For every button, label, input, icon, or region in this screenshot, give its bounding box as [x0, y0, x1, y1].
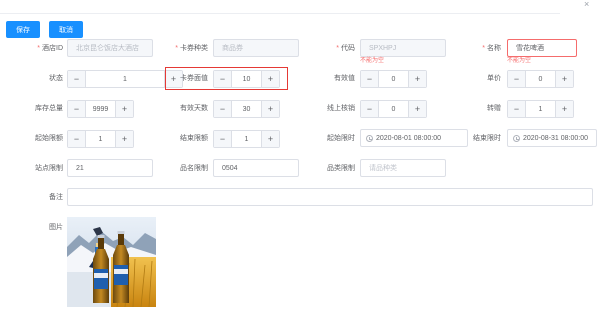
- valid-days-value[interactable]: 30: [232, 101, 261, 117]
- clock-icon: [513, 134, 520, 142]
- start-time-picker[interactable]: 2020-08-01 08:00:00: [360, 129, 468, 147]
- validity-value[interactable]: 0: [379, 71, 408, 87]
- status-value[interactable]: 1: [86, 71, 164, 87]
- image-label: 图片: [49, 224, 63, 231]
- coupon-type-label: 卡券种类: [175, 44, 208, 53]
- product-image[interactable]: [67, 217, 156, 307]
- plus-icon[interactable]: +: [555, 71, 573, 87]
- start-limit-value[interactable]: 1: [86, 131, 115, 147]
- end-time-picker[interactable]: 2020-08-31 08:00:00: [507, 129, 597, 147]
- end-limit-stepper[interactable]: − 1 +: [213, 130, 280, 148]
- status-label: 状态: [49, 75, 63, 82]
- stock-total-label: 库存总量: [35, 105, 63, 112]
- name-field[interactable]: 雪花啤酒: [507, 39, 577, 57]
- start-limit-stepper[interactable]: − 1 +: [67, 130, 134, 148]
- online-verify-stepper[interactable]: − 0 +: [360, 100, 427, 118]
- cancel-button[interactable]: 取消: [49, 21, 83, 38]
- plus-icon[interactable]: +: [115, 101, 133, 117]
- product-name-limit-label: 品名限制: [180, 165, 208, 172]
- stock-total-stepper[interactable]: − 9999 +: [67, 100, 134, 118]
- minus-icon[interactable]: −: [508, 71, 526, 87]
- start-time-label: 起始限时: [327, 135, 355, 142]
- start-time-value: 2020-08-01 08:00:00: [376, 134, 441, 142]
- code-error: 不能为空: [360, 58, 385, 64]
- plus-icon[interactable]: +: [408, 71, 426, 87]
- minus-icon[interactable]: −: [361, 71, 379, 87]
- plus-icon[interactable]: +: [555, 101, 573, 117]
- site-limit-label: 站点限制: [35, 165, 63, 172]
- online-verify-label: 线上核销: [327, 105, 355, 112]
- code-label: 代码: [336, 44, 355, 53]
- end-time-value: 2020-08-31 08:00:00: [523, 134, 588, 142]
- name-label: 名称: [482, 44, 501, 53]
- valid-days-label: 有效天数: [180, 105, 208, 112]
- name-error: 不能为空: [507, 58, 532, 64]
- category-limit-field[interactable]: 请品种类: [360, 159, 446, 177]
- minus-icon[interactable]: −: [361, 101, 379, 117]
- plus-icon[interactable]: +: [408, 101, 426, 117]
- plus-icon[interactable]: +: [261, 131, 279, 147]
- product-name-limit-field[interactable]: 0504: [213, 159, 299, 177]
- unit-price-value[interactable]: 0: [526, 71, 555, 87]
- minus-icon[interactable]: −: [508, 101, 526, 117]
- save-button[interactable]: 保存: [6, 21, 40, 38]
- clock-icon: [366, 134, 373, 142]
- minus-icon[interactable]: −: [68, 131, 86, 147]
- unit-price-stepper[interactable]: − 0 +: [507, 70, 574, 88]
- minus-icon[interactable]: −: [68, 71, 86, 87]
- unit-price-label: 单价: [487, 75, 501, 82]
- minus-icon[interactable]: −: [214, 101, 232, 117]
- transfer-label: 转赠: [487, 105, 501, 112]
- validity-stepper[interactable]: − 0 +: [360, 70, 427, 88]
- remark-field[interactable]: [67, 188, 593, 206]
- end-limit-value[interactable]: 1: [232, 131, 261, 147]
- validity-label: 有效值: [334, 75, 355, 82]
- header-divider: [0, 13, 560, 14]
- minus-icon[interactable]: −: [214, 131, 232, 147]
- plus-icon[interactable]: +: [115, 131, 133, 147]
- end-time-label: 结束限时: [473, 135, 501, 142]
- minus-icon[interactable]: −: [68, 101, 86, 117]
- end-limit-label: 结束限额: [180, 135, 208, 142]
- code-field[interactable]: SPXHPJ: [360, 39, 446, 57]
- valid-days-stepper[interactable]: − 30 +: [213, 100, 280, 118]
- hotel-id-label: 酒店ID: [37, 44, 63, 53]
- online-verify-value[interactable]: 0: [379, 101, 408, 117]
- transfer-value[interactable]: 1: [526, 101, 555, 117]
- stock-total-value[interactable]: 9999: [86, 101, 115, 117]
- plus-icon[interactable]: +: [261, 101, 279, 117]
- close-icon[interactable]: ×: [584, 0, 589, 9]
- category-limit-label: 品类限制: [327, 165, 355, 172]
- highlight-box: [165, 67, 288, 90]
- site-limit-field[interactable]: 21: [67, 159, 153, 177]
- coupon-type-field[interactable]: 商品券: [213, 39, 299, 57]
- remark-label: 备注: [49, 194, 63, 201]
- start-limit-label: 起始限额: [35, 135, 63, 142]
- hotel-id-field[interactable]: 北京昆仑饭店大酒店: [67, 39, 153, 57]
- transfer-stepper[interactable]: − 1 +: [507, 100, 574, 118]
